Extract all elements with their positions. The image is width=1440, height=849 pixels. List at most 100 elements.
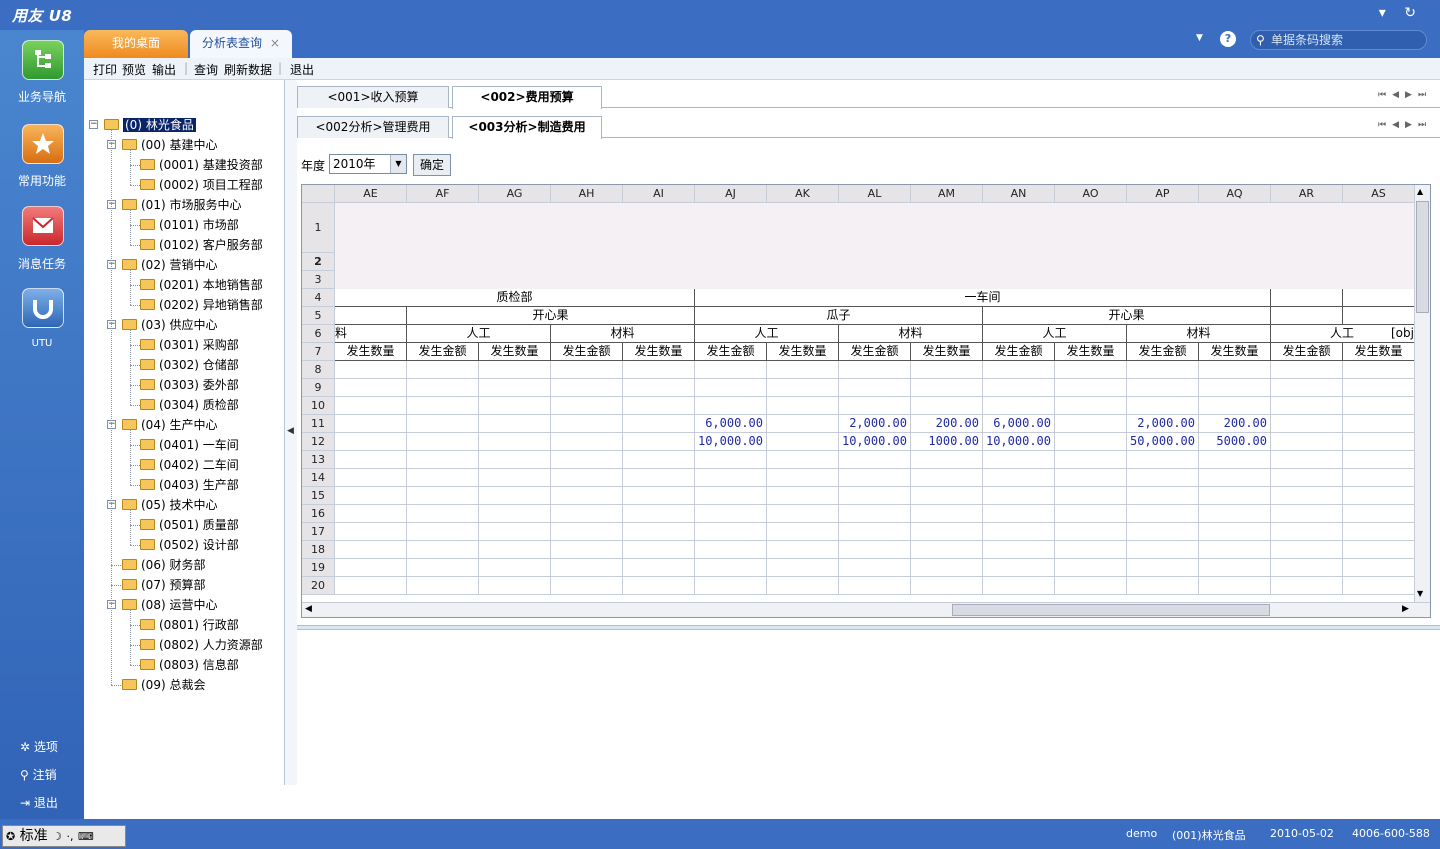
grid-cell[interactable] [623, 577, 695, 595]
grid-cell[interactable] [1343, 469, 1415, 487]
tree-leaf[interactable]: (0101) 市场部 [140, 216, 239, 234]
grid-cell[interactable] [335, 505, 407, 523]
sub-header-cell[interactable]: 发生数量 [479, 343, 551, 361]
grid-cell[interactable] [1055, 469, 1127, 487]
grid-cell[interactable] [1055, 559, 1127, 577]
grid-cell[interactable] [335, 469, 407, 487]
grid-cell[interactable] [1199, 487, 1271, 505]
preview-button[interactable]: 预览 [122, 61, 146, 78]
hscroll-thumb[interactable] [952, 604, 1270, 616]
grid-cell[interactable] [839, 541, 911, 559]
grid-cell[interactable] [623, 271, 695, 289]
grid-cell[interactable] [1343, 379, 1415, 397]
column-header[interactable]: AO [1055, 185, 1127, 203]
tree-node[interactable]: (09) 总裁会 [122, 676, 205, 694]
grid-cell[interactable] [839, 505, 911, 523]
grid-cell[interactable] [479, 541, 551, 559]
grid-cell[interactable] [911, 361, 983, 379]
row-header[interactable]: 15 [302, 487, 335, 505]
scroll-left-icon[interactable]: ◀ [305, 604, 312, 614]
grid-cell[interactable] [407, 397, 479, 415]
grid-cell[interactable] [1199, 253, 1271, 271]
grid-cell[interactable] [479, 415, 551, 433]
tab-income-budget[interactable]: <001>收入预算 [297, 86, 449, 108]
grid-cell[interactable] [767, 415, 839, 433]
grid-cell[interactable] [479, 361, 551, 379]
tree-node[interactable]: (05) 技术中心 [122, 496, 217, 514]
minimize-icon[interactable]: ▾ [1379, 5, 1386, 21]
grid-cell[interactable] [623, 379, 695, 397]
grid-cell[interactable] [1271, 541, 1343, 559]
header-cell[interactable]: 开心果 [983, 307, 1271, 325]
grid-cell[interactable] [911, 253, 983, 271]
business-nav-icon[interactable] [22, 40, 64, 80]
column-header[interactable]: AM [911, 185, 983, 203]
grid-cell[interactable] [839, 559, 911, 577]
grid-cell[interactable] [479, 487, 551, 505]
grid-cell[interactable] [839, 487, 911, 505]
grid-cell[interactable] [1271, 469, 1343, 487]
grid-cell[interactable] [767, 505, 839, 523]
confirm-button[interactable]: 确定 [413, 154, 451, 176]
message-icon[interactable] [22, 206, 64, 246]
grid-cell[interactable] [623, 559, 695, 577]
grid-cell[interactable] [1199, 203, 1271, 253]
vscroll-thumb[interactable] [1416, 201, 1429, 313]
dropdown-icon[interactable]: ▼ [1196, 33, 1203, 43]
grid-cell[interactable] [983, 271, 1055, 289]
header-cell[interactable]: 人工 [983, 325, 1127, 343]
column-header[interactable]: AP [1127, 185, 1199, 203]
grid-cell[interactable] [479, 505, 551, 523]
row-header[interactable]: 4 [302, 289, 335, 307]
grid-cell[interactable] [1343, 487, 1415, 505]
row-header[interactable]: 17 [302, 523, 335, 541]
grid-cell[interactable] [551, 505, 623, 523]
grid-cell[interactable] [1343, 523, 1415, 541]
grid-cell[interactable] [767, 253, 839, 271]
value-cell[interactable]: 10,000.00 [695, 433, 767, 451]
grid-cell[interactable] [335, 541, 407, 559]
grid-cell[interactable] [407, 253, 479, 271]
grid-cell[interactable] [1271, 415, 1343, 433]
chevron-down-icon[interactable]: ▼ [390, 155, 406, 173]
row-header[interactable]: 11 [302, 415, 335, 433]
row-header[interactable]: 18 [302, 541, 335, 559]
grid-cell[interactable] [623, 523, 695, 541]
grid-cell[interactable] [335, 415, 407, 433]
grid-cell[interactable] [1199, 397, 1271, 415]
grid-cell[interactable] [839, 379, 911, 397]
report-grid[interactable]: AE AF AG AH AI AJ AK AL AM AN AO AP AQ AR AS 1 2 3 4 5 6 7 8 9 1… [301, 184, 1431, 618]
grid-cell[interactable] [1127, 577, 1199, 595]
options-button[interactable]: ✲ 选项 [20, 738, 58, 755]
scroll-up-icon[interactable]: ▲ [1417, 187, 1423, 196]
grid-cell[interactable] [479, 271, 551, 289]
tree-leaf[interactable]: (0001) 基建投资部 [140, 156, 263, 174]
grid-cell[interactable] [623, 203, 695, 253]
grid-cell[interactable] [1271, 203, 1343, 253]
grid-cell[interactable] [695, 523, 767, 541]
grid-cell[interactable] [623, 415, 695, 433]
grid-cell[interactable] [1271, 289, 1343, 307]
sub-header-cell[interactable]: 发生金额 [983, 343, 1055, 361]
grid-cell[interactable] [839, 523, 911, 541]
header-cell[interactable]: 质检部 [335, 289, 695, 307]
grid-cell[interactable] [1055, 203, 1127, 253]
grid-cell[interactable] [911, 523, 983, 541]
grid-cell[interactable] [767, 203, 839, 253]
header-cell[interactable]: 瓜子 [695, 307, 983, 325]
grid-cell[interactable] [335, 203, 407, 253]
grid-cell[interactable] [551, 469, 623, 487]
sub-header-cell[interactable]: 发生数量 [335, 343, 407, 361]
grid-cell[interactable] [983, 203, 1055, 253]
grid-cell[interactable] [623, 469, 695, 487]
tree-node[interactable]: (04) 生产中心 [122, 416, 217, 434]
grid-cell[interactable] [695, 541, 767, 559]
grid-cell[interactable] [1199, 451, 1271, 469]
grid-cell[interactable] [551, 451, 623, 469]
grid-cell[interactable] [1055, 433, 1127, 451]
value-cell[interactable]: 6,000.00 [983, 415, 1055, 433]
grid-cell[interactable] [911, 469, 983, 487]
grid-cell[interactable] [1127, 559, 1199, 577]
grid-cell[interactable] [623, 541, 695, 559]
grid-cell[interactable] [911, 505, 983, 523]
